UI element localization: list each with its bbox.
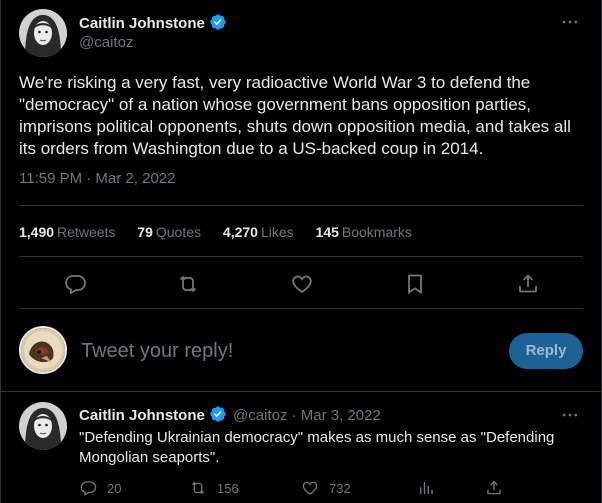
reply-like-action[interactable]: 732: [301, 478, 351, 498]
retweet-icon: [191, 482, 205, 494]
bookmarks-count: 145: [315, 224, 339, 240]
divider: [1, 391, 601, 392]
tweet-timestamp[interactable]: 11:59 PM · Mar 2, 2022: [19, 170, 175, 187]
verified-badge-icon: [210, 14, 226, 30]
like-count: 732: [329, 480, 351, 496]
likes-label: Likes: [260, 224, 294, 240]
retweet-icon[interactable]: [176, 272, 200, 296]
reply-input[interactable]: Tweet your reply!: [81, 340, 233, 363]
reply-text: "Defending Ukrainian democracy" makes as…: [79, 429, 555, 466]
tweet-thread: Caitlin Johnstone @caitoz We're risking …: [0, 0, 602, 503]
retweets-stat[interactable]: 1,490 Retweets: [19, 224, 115, 240]
bookmark-icon[interactable]: [403, 272, 427, 296]
retweets-label: Retweets: [57, 224, 116, 240]
reply-author-avatar[interactable]: [19, 402, 67, 450]
reply-share-action[interactable]: [485, 478, 513, 498]
retweet-count: 156: [217, 480, 239, 496]
reply-button[interactable]: Reply: [509, 333, 583, 369]
reply-retweet-action[interactable]: 156: [189, 478, 239, 498]
author-avatar[interactable]: [19, 9, 67, 57]
bookmarks-label: Bookmarks: [341, 224, 412, 240]
divider: [19, 205, 583, 206]
divider: [19, 308, 583, 309]
author-name[interactable]: Caitlin Johnstone: [79, 15, 205, 32]
divider: [19, 256, 583, 257]
quotes-stat[interactable]: 79 Quotes: [137, 224, 201, 240]
likes-stat[interactable]: 4,270 Likes: [223, 224, 294, 240]
reply-meta[interactable]: @caitoz · Mar 3, 2022: [233, 407, 381, 424]
quotes-count: 79: [137, 224, 153, 240]
more-options-icon[interactable]: [559, 12, 581, 32]
reply-count: 20: [107, 480, 122, 496]
like-icon: [302, 481, 318, 495]
analytics-icon: [420, 482, 433, 494]
more-options-icon[interactable]: [559, 405, 581, 425]
like-icon[interactable]: [290, 272, 314, 296]
tweet-actions: [1, 266, 602, 300]
reply-author-name[interactable]: Caitlin Johnstone: [79, 407, 205, 424]
reply-reply-action[interactable]: 20: [79, 478, 121, 498]
reply-icon: [80, 481, 97, 496]
engagement-stats: 1,490 Retweets 79 Quotes 4,270 Likes 145 Boo…: [19, 224, 430, 240]
tweet-text: We're risking a very fast, very radioact…: [19, 73, 571, 158]
reply-actions: 20 156 732: [1, 478, 602, 500]
reply-header: Caitlin Johnstone @caitoz · Mar 3, 2022: [79, 405, 381, 424]
likes-count: 4,270: [222, 224, 258, 240]
share-icon: [487, 480, 501, 495]
author-handle[interactable]: @caitoz: [79, 34, 133, 51]
quotes-label: Quotes: [155, 224, 202, 240]
reply-icon[interactable]: [63, 272, 87, 296]
retweets-count: 1,490: [19, 224, 55, 240]
verified-badge-icon: [210, 406, 226, 422]
user-avatar[interactable]: [19, 326, 67, 374]
author-name-row[interactable]: Caitlin Johnstone: [79, 13, 227, 32]
share-icon[interactable]: [516, 272, 540, 296]
bookmarks-stat[interactable]: 145 Bookmarks: [316, 224, 412, 240]
reply-analytics-action[interactable]: [417, 478, 445, 498]
